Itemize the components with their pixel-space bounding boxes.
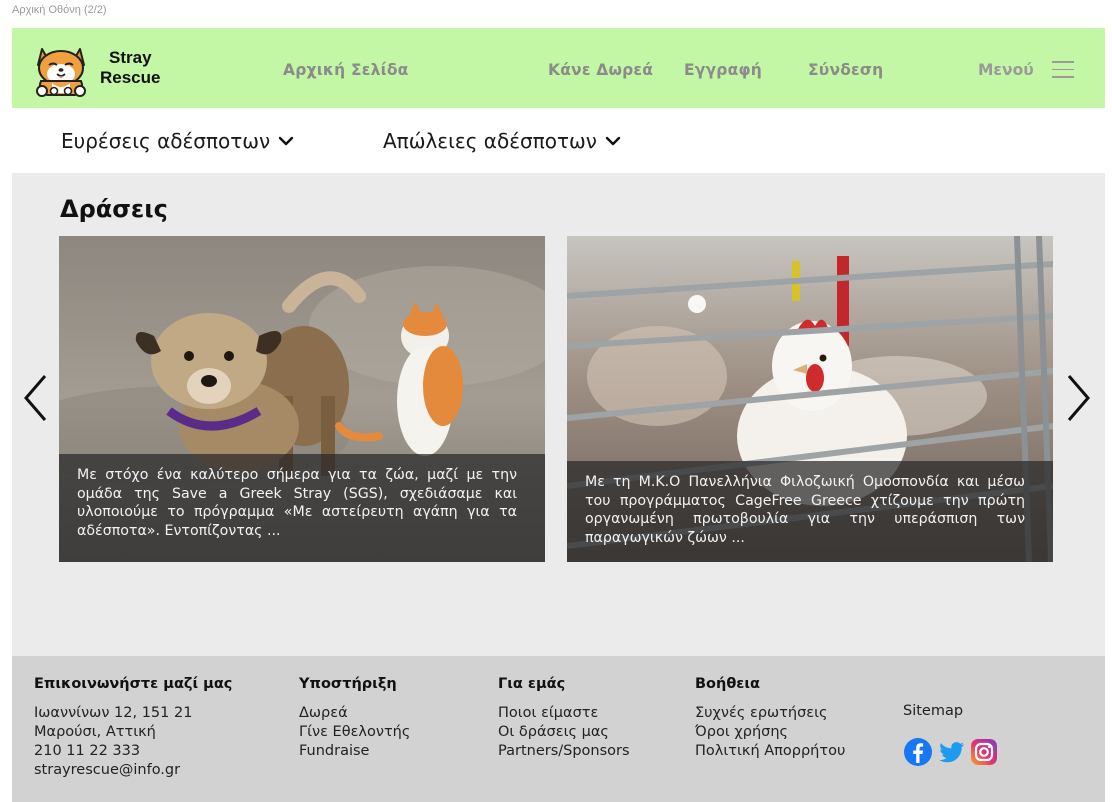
facebook-icon[interactable] xyxy=(902,736,934,768)
brand-name[interactable]: Stray Rescue xyxy=(100,48,160,88)
footer-link-volunteer[interactable]: Γίνε Εθελοντής xyxy=(299,723,410,742)
carousel-prev-arrow-icon[interactable] xyxy=(20,368,50,428)
social-links xyxy=(902,736,1000,768)
found-strays-dropdown[interactable]: Ευρέσεις αδέσποτων xyxy=(61,129,294,153)
lost-strays-dropdown[interactable]: Απώλειες αδέσποτων xyxy=(383,129,621,153)
footer-link-terms[interactable]: Όροι χρήσης xyxy=(695,723,845,742)
footer-link-our-actions[interactable]: Οι δράσεις μας xyxy=(498,723,630,742)
footer-link-donation[interactable]: Δωρεά xyxy=(299,704,410,723)
hamburger-menu-icon[interactable] xyxy=(1052,61,1074,78)
footer-email[interactable]: strayrescue@info.gr xyxy=(34,761,232,780)
chevron-down-icon xyxy=(605,136,621,146)
footer-phone[interactable]: 210 11 22 333 xyxy=(34,742,232,761)
footer-support-column: Υποστήριξη Δωρεά Γίνε Εθελοντής Fundrais… xyxy=(299,676,410,761)
shiba-dog-logo-icon[interactable] xyxy=(32,41,90,97)
frame-title: Αρχική Οθόνη (2/2) xyxy=(12,4,107,16)
category-bar: Ευρέσεις αδέσποτων Απώλειες αδέσποτων xyxy=(12,108,1105,173)
footer-address-line-1: Ιωαννίνων 12, 151 21 xyxy=(34,705,193,721)
footer-link-faq[interactable]: Συχνές ερωτήσεις xyxy=(695,704,845,723)
carousel-next-arrow-icon[interactable] xyxy=(1064,368,1094,428)
action-card[interactable]: Με στόχο ένα καλύτερο σήμερα για τα ζώα,… xyxy=(59,236,545,562)
footer-link-partners[interactable]: Partners/Sponsors xyxy=(498,742,630,761)
footer: Επικοινωνήστε μαζί μας Ιωαννίνων 12, 151… xyxy=(12,656,1105,802)
footer-about-title: Για εμάς xyxy=(498,676,566,692)
card-caption: Με στόχο ένα καλύτερο σήμερα για τα ζώα,… xyxy=(59,454,545,562)
section-title: Δράσεις xyxy=(60,195,168,223)
found-strays-label: Ευρέσεις αδέσποτων xyxy=(61,129,271,153)
card-caption: Με τη Μ.Κ.Ο Πανελλήνια Φιλοζωική Ομοσπον… xyxy=(567,461,1053,562)
footer-support-title: Υποστήριξη xyxy=(299,676,397,692)
menu-label[interactable]: Μενού xyxy=(978,61,1034,79)
top-header: Stray Rescue Αρχική Σελίδα Κάνε Δωρεά Εγ… xyxy=(12,28,1105,108)
home-screen: Stray Rescue Αρχική Σελίδα Κάνε Δωρεά Εγ… xyxy=(12,28,1105,802)
footer-link-who-we-are[interactable]: Ποιοι είμαστε xyxy=(498,704,630,723)
footer-help-column: Βοήθεια Συχνές ερωτήσεις Όροι χρήσης Πολ… xyxy=(695,676,845,761)
footer-contact-column: Επικοινωνήστε μαζί μας Ιωαννίνων 12, 151… xyxy=(34,676,232,780)
brand-line-1: Stray xyxy=(109,48,152,67)
footer-address-line-2: Μαρούσι, Αττική xyxy=(34,724,156,740)
footer-help-title: Βοήθεια xyxy=(695,676,760,692)
nav-donate-link[interactable]: Κάνε Δωρεά xyxy=(548,61,653,79)
nav-login-link[interactable]: Σύνδεση xyxy=(808,61,883,79)
instagram-icon[interactable] xyxy=(968,736,1000,768)
footer-link-privacy[interactable]: Πολιτική Απορρήτου xyxy=(695,742,845,761)
footer-about-column: Για εμάς Ποιοι είμαστε Οι δράσεις μας Pa… xyxy=(498,676,630,761)
chevron-down-icon xyxy=(279,136,294,146)
footer-contact-title: Επικοινωνήστε μαζί μας xyxy=(34,676,233,692)
footer-link-fundraise[interactable]: Fundraise xyxy=(299,742,410,761)
footer-sitemap-link[interactable]: Sitemap xyxy=(903,703,963,719)
brand-line-2: Rescue xyxy=(100,68,161,87)
nav-home-link[interactable]: Αρχική Σελίδα xyxy=(283,61,409,79)
nav-register-link[interactable]: Εγγραφή xyxy=(684,61,762,79)
lost-strays-label: Απώλειες αδέσποτων xyxy=(383,129,597,153)
action-card[interactable]: Με τη Μ.Κ.Ο Πανελλήνια Φιλοζωική Ομοσπον… xyxy=(567,236,1053,562)
twitter-icon[interactable] xyxy=(935,736,967,768)
